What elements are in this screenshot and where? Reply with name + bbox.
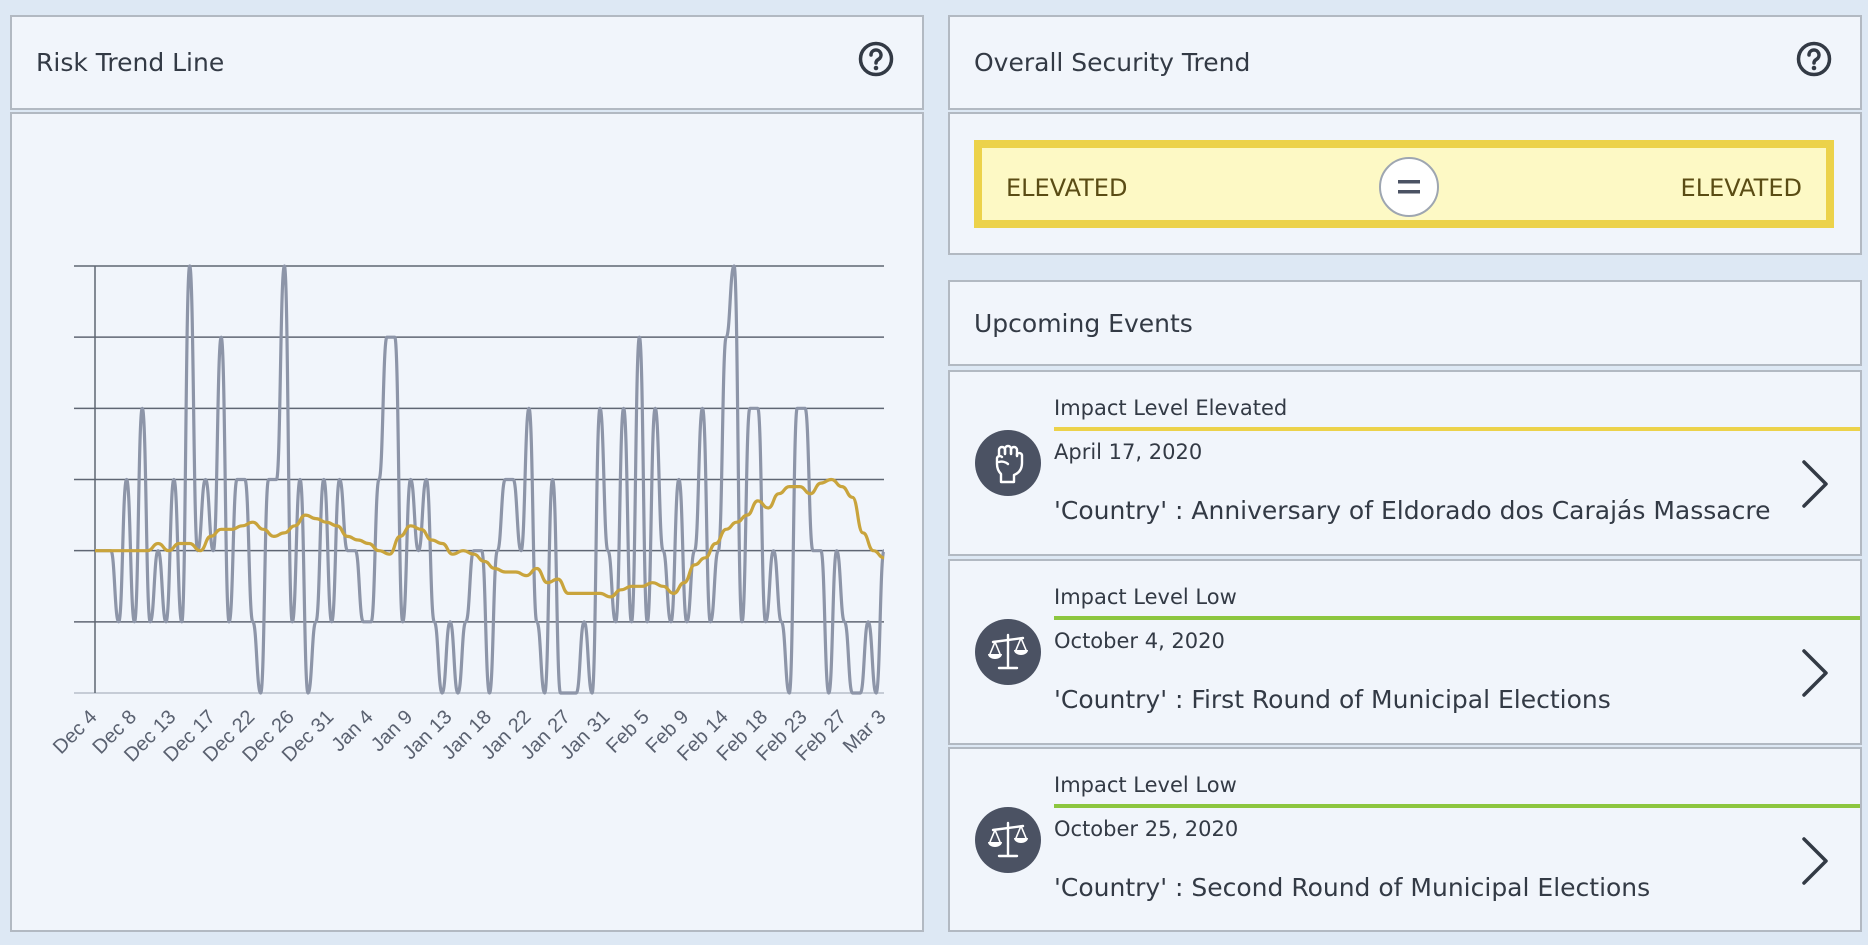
chevron-right-icon[interactable] — [1800, 458, 1830, 510]
x-tick-label: Feb 5 — [602, 706, 654, 758]
x-tick-label: Dec 4 — [49, 706, 102, 759]
security-trend-panel: ELEVATED ELEVATED — [948, 112, 1862, 255]
impact-level-label: Impact Level Elevated — [1054, 396, 1288, 420]
chevron-right-icon[interactable] — [1800, 835, 1830, 887]
x-tick-label: Jan 4 — [328, 706, 378, 756]
impact-level-bar — [1054, 804, 1860, 808]
x-tick-label: Mar 3 — [839, 706, 891, 758]
security-level-indicator: ELEVATED ELEVATED — [974, 140, 1834, 228]
impact-level-label: Impact Level Low — [1054, 773, 1237, 797]
security-trend-header: Overall Security Trend — [948, 15, 1862, 110]
equals-icon — [1379, 157, 1439, 217]
current-level-label: ELEVATED — [1680, 174, 1802, 202]
event-date: April 17, 2020 — [1054, 440, 1203, 464]
upcoming-events-header: Upcoming Events — [948, 280, 1862, 366]
impact-level-label: Impact Level Low — [1054, 585, 1237, 609]
security-trend-title: Overall Security Trend — [974, 48, 1251, 77]
event-title: 'Country' : Second Round of Municipal El… — [1054, 873, 1651, 902]
risk-trend-chart: Dec 4Dec 8Dec 13Dec 17Dec 22Dec 26Dec 31… — [49, 264, 891, 766]
question-circle-icon[interactable] — [858, 41, 894, 77]
question-circle-icon[interactable] — [1796, 41, 1832, 77]
event-item[interactable]: Impact Level Elevated April 17, 2020 'Co… — [948, 370, 1862, 556]
event-item[interactable]: Impact Level Low October 25, 2020 'Count… — [948, 747, 1862, 932]
scales-icon — [975, 807, 1041, 873]
event-date: October 25, 2020 — [1054, 817, 1239, 841]
risk-trend-chart-panel: Dec 4 Dec 8 Dec 13 Dec 17 Dec 22 Dec 26 Dec 31… — [10, 112, 924, 932]
raised-fist-icon — [975, 430, 1041, 496]
event-title: 'Country' : Anniversary of Eldorado dos … — [1054, 496, 1771, 525]
scales-icon — [975, 619, 1041, 685]
chevron-right-icon[interactable] — [1800, 647, 1830, 699]
event-item[interactable]: Impact Level Low October 4, 2020 'Countr… — [948, 559, 1862, 745]
upcoming-events-title: Upcoming Events — [974, 309, 1193, 338]
impact-level-bar — [1054, 427, 1860, 431]
risk-average-line — [94, 477, 885, 599]
risk-trend-header: Risk Trend Line — [10, 15, 924, 110]
impact-level-bar — [1054, 616, 1860, 620]
risk-trend-title: Risk Trend Line — [36, 48, 225, 77]
event-date: October 4, 2020 — [1054, 629, 1225, 653]
previous-level-label: ELEVATED — [1006, 174, 1128, 202]
event-title: 'Country' : First Round of Municipal Ele… — [1054, 685, 1611, 714]
